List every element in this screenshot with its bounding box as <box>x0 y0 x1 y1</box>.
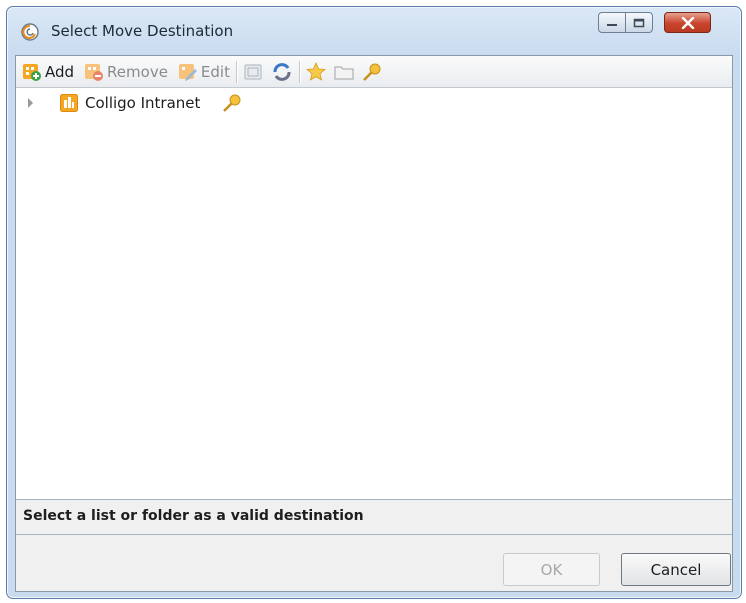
site-icon <box>60 94 78 112</box>
search-key-button[interactable] <box>360 56 384 87</box>
dialog-window: Select Move Destination Add Remove Edit … <box>6 6 742 599</box>
key-icon <box>223 94 241 112</box>
title-bar[interactable]: Select Move Destination <box>7 7 741 57</box>
minimize-button[interactable] <box>598 12 626 33</box>
expand-arrow-icon[interactable] <box>28 98 33 108</box>
favorites-button[interactable] <box>304 56 328 87</box>
refresh-button[interactable] <box>269 56 295 87</box>
remove-label: Remove <box>107 62 168 81</box>
edit-site-icon <box>178 63 197 81</box>
key-icon <box>363 63 381 81</box>
maximize-icon <box>633 18 645 27</box>
properties-button[interactable] <box>241 56 265 87</box>
refresh-icon <box>273 62 291 81</box>
close-button[interactable] <box>664 12 711 33</box>
folder-button[interactable] <box>332 56 356 87</box>
cancel-button[interactable]: Cancel <box>621 553 731 586</box>
toolbar: Add Remove Edit <box>16 56 732 88</box>
minimize-icon <box>607 23 617 26</box>
close-icon <box>681 16 694 29</box>
star-icon <box>305 61 326 81</box>
ok-button[interactable]: OK <box>503 553 600 586</box>
add-site-icon <box>23 63 41 81</box>
window-title: Select Move Destination <box>51 22 234 40</box>
destination-tree[interactable]: Colligo Intranet <box>16 88 732 499</box>
app-logo-icon <box>21 23 39 41</box>
status-message: Select a list or folder as a valid desti… <box>23 508 364 524</box>
add-label: Add <box>45 62 75 81</box>
maximize-button[interactable] <box>625 12 653 33</box>
folder-icon <box>334 66 354 79</box>
status-bar: Select a list or folder as a valid desti… <box>16 499 732 535</box>
edit-button[interactable]: Edit <box>176 56 232 87</box>
remove-button[interactable]: Remove <box>82 56 170 87</box>
tree-node[interactable]: Colligo Intranet <box>16 88 416 118</box>
toolbar-separator <box>298 60 300 83</box>
edit-label: Edit <box>200 62 230 81</box>
toolbar-separator <box>235 60 237 83</box>
tree-node-label: Colligo Intranet <box>85 94 201 112</box>
remove-site-icon <box>85 63 104 81</box>
add-button[interactable]: Add <box>20 56 76 87</box>
dialog-body: Add Remove Edit Colligo Intranet Select … <box>15 55 733 592</box>
properties-icon <box>244 64 262 79</box>
